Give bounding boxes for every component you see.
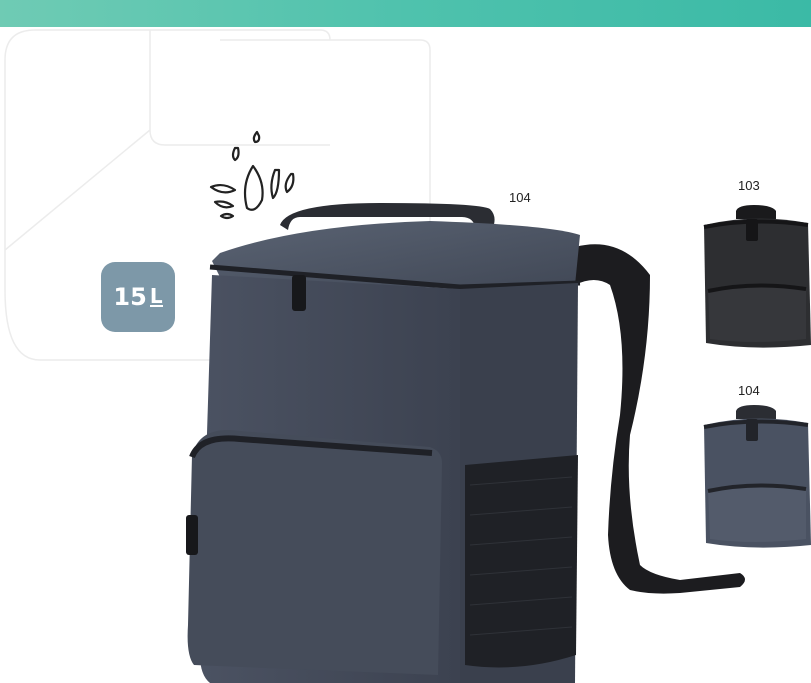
capacity-badge: 15 L [101, 262, 175, 332]
variant-103-color-code: 103 [738, 178, 760, 193]
variant-104-image [703, 405, 811, 548]
main-backpack-image [186, 203, 745, 683]
variant-103-image [703, 205, 811, 348]
main-bag-color-code: 104 [509, 190, 531, 205]
capacity-unit: L [149, 284, 163, 308]
variant-104-color-code: 104 [738, 383, 760, 398]
capacity-number: 15 [113, 283, 147, 311]
